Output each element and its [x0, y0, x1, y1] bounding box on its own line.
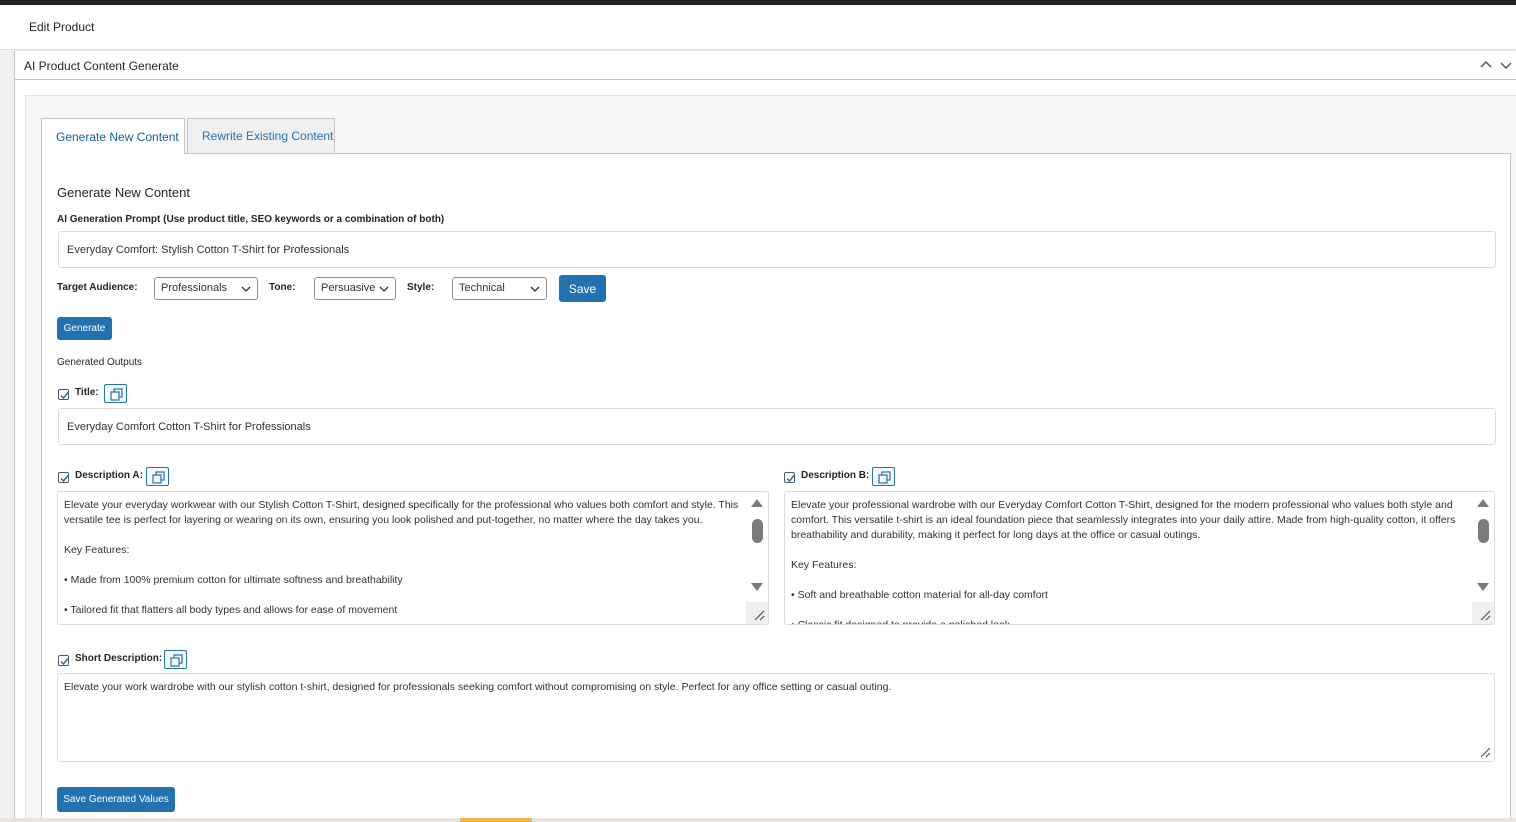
select-value: Professionals: [161, 282, 228, 294]
tab-generate-new-content[interactable]: Generate New Content: [41, 118, 185, 154]
save-settings-button[interactable]: Save: [559, 275, 606, 302]
short-description-label: Short Description:: [75, 653, 163, 664]
tab-label: Rewrite Existing Content: [202, 129, 334, 143]
resize-handle-icon: [754, 610, 765, 621]
resize-handle[interactable]: [1472, 602, 1494, 624]
panel-heading: Generate New Content: [57, 185, 190, 200]
target-audience-label: Target Audience:: [57, 282, 138, 293]
page-header: Edit Product: [0, 5, 1516, 50]
description-b-checkbox[interactable]: [784, 472, 795, 483]
style-label: Style:: [407, 282, 435, 293]
save-generated-values-button[interactable]: Save Generated Values: [57, 787, 175, 812]
tone-label: Tone:: [269, 282, 296, 293]
bottom-edge: [0, 818, 1516, 822]
resize-handle-icon: [1480, 747, 1491, 758]
chevron-up-icon: [1480, 60, 1492, 68]
target-audience-select[interactable]: Professionals: [154, 277, 258, 300]
copy-title-button[interactable]: [104, 384, 127, 403]
select-value: Persuasive: [321, 282, 376, 294]
style-select[interactable]: Technical: [452, 277, 547, 300]
short-description-text: Elevate your work wardrobe with our styl…: [64, 681, 892, 693]
description-b-label: Description B:: [801, 470, 870, 481]
generate-panel: Generate New Content AI Generation Promp…: [41, 153, 1511, 822]
description-a-checkbox[interactable]: [58, 472, 69, 483]
select-value: Technical: [459, 282, 505, 294]
resize-handle-icon: [1480, 610, 1491, 621]
chevron-down-icon: [1500, 62, 1512, 70]
scroll-thumb[interactable]: [1478, 519, 1489, 543]
page-title: Edit Product: [29, 20, 95, 34]
generated-outputs-label: Generated Outputs: [57, 357, 143, 368]
scroll-down-arrow-icon[interactable]: [750, 582, 764, 592]
short-description-checkbox[interactable]: [58, 655, 69, 666]
copy-icon: [110, 388, 123, 401]
chevron-down-icon: [241, 286, 251, 292]
postbox-inside: Generate New Content Rewrite Existing Co…: [25, 95, 1516, 822]
short-description-textarea[interactable]: Elevate your work wardrobe with our styl…: [57, 673, 1495, 762]
scroll-up-arrow-icon[interactable]: [1476, 498, 1490, 508]
left-gutter: [0, 50, 14, 822]
scroll-down-arrow-icon[interactable]: [1476, 582, 1490, 592]
title-output-field[interactable]: [58, 408, 1496, 445]
tab-label: Generate New Content: [56, 129, 179, 144]
copy-icon: [152, 471, 165, 484]
description-b-text: Elevate your professional wardrobe with …: [791, 499, 1456, 625]
description-b-textarea[interactable]: Elevate your professional wardrobe with …: [784, 491, 1495, 625]
scroll-up-arrow-icon[interactable]: [750, 498, 764, 508]
postbox-header: AI Product Content Generate: [15, 51, 1516, 80]
description-a-text: Elevate your everyday workwear with our …: [64, 499, 739, 616]
copy-description-a-button[interactable]: [146, 467, 169, 486]
title-label: Title:: [75, 387, 99, 398]
prompt-label: AI Generation Prompt (Use product title,…: [57, 214, 445, 225]
ai-content-postbox: AI Product Content Generate Generate New…: [14, 51, 1516, 822]
description-a-scrollbar[interactable]: [746, 492, 768, 600]
checkmark-icon: [60, 658, 69, 666]
move-up-button[interactable]: [1478, 57, 1494, 73]
resize-handle[interactable]: [1472, 739, 1494, 761]
checkmark-icon: [60, 475, 69, 483]
postbox-title: AI Product Content Generate: [24, 59, 179, 73]
description-a-textarea[interactable]: Elevate your everyday workwear with our …: [57, 491, 769, 625]
chevron-down-icon: [530, 286, 540, 292]
checkmark-icon: [786, 475, 795, 483]
checkmark-icon: [60, 392, 69, 400]
scroll-thumb[interactable]: [752, 519, 763, 543]
copy-short-description-button[interactable]: [164, 650, 187, 669]
copy-icon: [878, 471, 891, 484]
generate-button[interactable]: Generate: [57, 317, 112, 340]
tab-rewrite-existing-content[interactable]: Rewrite Existing Content: [187, 118, 335, 153]
prompt-input[interactable]: [58, 231, 1496, 268]
bottom-accent: [460, 818, 532, 822]
chevron-down-icon: [379, 286, 389, 292]
description-b-scrollbar[interactable]: [1472, 492, 1494, 600]
description-a-label: Description A:: [75, 470, 143, 481]
toggle-panel-button[interactable]: [1498, 57, 1514, 73]
resize-handle[interactable]: [746, 602, 768, 624]
copy-icon: [170, 654, 183, 667]
title-checkbox[interactable]: [58, 389, 69, 400]
tone-select[interactable]: Persuasive: [314, 277, 396, 300]
copy-description-b-button[interactable]: [872, 467, 895, 486]
